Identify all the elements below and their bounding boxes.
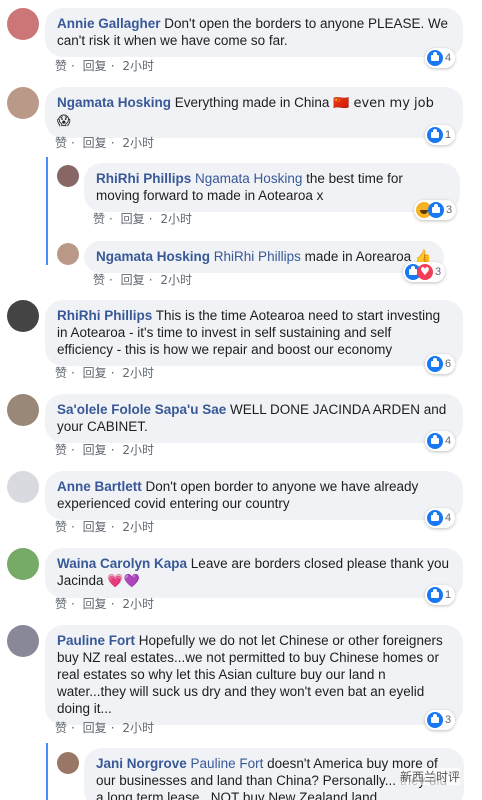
reaction-count[interactable]: 4	[425, 48, 456, 68]
reply-button[interactable]: 回复	[83, 520, 107, 534]
reaction-count[interactable]: 3	[414, 200, 457, 220]
comment-author[interactable]: Annie Gallagher	[57, 16, 161, 31]
mention-link[interactable]: Pauline Fort	[191, 756, 264, 771]
avatar[interactable]	[57, 752, 79, 774]
comment-actions: 赞 · 回复 · 2小时	[55, 136, 154, 150]
comment-actions: 赞 · 回复 · 2小时	[55, 59, 154, 73]
comment-actions: 赞 · 回复 · 2小时	[55, 443, 154, 457]
like-icon	[427, 433, 443, 449]
like-button[interactable]: 赞	[55, 721, 67, 735]
avatar[interactable]	[7, 625, 39, 657]
comment-actions: 赞 · 回复 · 2小时	[55, 520, 154, 534]
reply-bubble: Ngamata Hosking RhiRhi Phillips made in …	[84, 241, 444, 273]
reply-button[interactable]: 回复	[83, 366, 107, 380]
avatar[interactable]	[7, 548, 39, 580]
avatar[interactable]	[7, 87, 39, 119]
avatar[interactable]	[57, 243, 79, 265]
avatar[interactable]	[7, 394, 39, 426]
timestamp[interactable]: 2小时	[160, 212, 192, 226]
comment-bubble: Anne Bartlett Don't open border to anyon…	[45, 471, 463, 520]
reply-button[interactable]: 回复	[83, 597, 107, 611]
reply-thread-line	[46, 157, 48, 265]
comment-author[interactable]: Jani Norgrove	[96, 756, 187, 771]
comment-actions: 赞 · 回复 · 2小时	[55, 721, 154, 735]
like-icon	[427, 127, 443, 143]
timestamp[interactable]: 2小时	[122, 443, 154, 457]
avatar[interactable]	[7, 471, 39, 503]
reply-button[interactable]: 回复	[83, 721, 107, 735]
comment-bubble: Ngamata Hosking Everything made in China…	[45, 87, 463, 138]
like-button[interactable]: 赞	[55, 136, 67, 150]
like-icon	[427, 510, 443, 526]
watermark: 新西兰时评	[400, 768, 461, 785]
reaction-count[interactable]: 6	[425, 354, 456, 374]
timestamp[interactable]: 2小时	[122, 520, 154, 534]
reply-button[interactable]: 回复	[83, 59, 107, 73]
like-icon	[427, 50, 443, 66]
like-icon	[427, 356, 443, 372]
comment-bubble: Sa'olele Folole Sapa'u Sae WELL DONE JAC…	[45, 394, 463, 443]
comment-author[interactable]: Ngamata Hosking	[57, 95, 171, 110]
comment-author[interactable]: Waina Carolyn Kapa	[57, 556, 187, 571]
like-button[interactable]: 赞	[93, 212, 105, 226]
comment-author[interactable]: RhiRhi Phillips	[96, 171, 191, 186]
like-button[interactable]: 赞	[55, 597, 67, 611]
comment-author[interactable]: Pauline Fort	[57, 633, 135, 648]
comment-author[interactable]: Ngamata Hosking	[96, 249, 210, 264]
timestamp[interactable]: 2小时	[122, 721, 154, 735]
comment-text: Everything made in China	[174, 95, 330, 110]
comment-actions: 赞 · 回复 · 2小时	[93, 273, 192, 287]
mention-link[interactable]: RhiRhi Phillips	[214, 249, 301, 264]
reaction-count[interactable]: 1	[425, 125, 456, 145]
comment-actions: 赞 · 回复 · 2小时	[55, 366, 154, 380]
reply-button[interactable]: 回复	[121, 273, 145, 287]
comment-author[interactable]: Anne Bartlett	[57, 479, 142, 494]
comment-bubble: Waina Carolyn Kapa Leave are borders clo…	[45, 548, 463, 598]
comment-bubble: Annie Gallagher Don't open the borders t…	[45, 8, 463, 57]
timestamp[interactable]: 2小时	[160, 273, 192, 287]
timestamp[interactable]: 2小时	[122, 597, 154, 611]
comment-bubble: RhiRhi Phillips This is the time Aotearo…	[45, 300, 463, 366]
like-button[interactable]: 赞	[55, 520, 67, 534]
love-icon	[417, 264, 433, 280]
timestamp[interactable]: 2小时	[122, 366, 154, 380]
comment-actions: 赞 · 回复 · 2小时	[93, 212, 192, 226]
reaction-count[interactable]: 4	[425, 431, 456, 451]
comment-emoji: 💗💜	[107, 574, 140, 589]
timestamp[interactable]: 2小时	[122, 136, 154, 150]
comment-actions: 赞 · 回复 · 2小时	[55, 597, 154, 611]
like-icon	[428, 202, 444, 218]
reply-bubble: RhiRhi Phillips Ngamata Hosking the best…	[84, 163, 460, 212]
reaction-count[interactable]: 3	[403, 262, 446, 282]
timestamp[interactable]: 2小时	[122, 59, 154, 73]
avatar[interactable]	[7, 8, 39, 40]
mention-link[interactable]: Ngamata Hosking	[195, 171, 302, 186]
like-button[interactable]: 赞	[93, 273, 105, 287]
comment-author[interactable]: RhiRhi Phillips	[57, 308, 152, 323]
reply-button[interactable]: 回复	[83, 443, 107, 457]
reply-button[interactable]: 回复	[83, 136, 107, 150]
reply-thread-line	[46, 743, 48, 800]
like-icon	[427, 587, 443, 603]
reaction-count[interactable]: 4	[425, 508, 456, 528]
like-icon	[427, 712, 443, 728]
like-button[interactable]: 赞	[55, 443, 67, 457]
avatar[interactable]	[7, 300, 39, 332]
comment-author[interactable]: Sa'olele Folole Sapa'u Sae	[57, 402, 226, 417]
reaction-count[interactable]: 1	[425, 585, 456, 605]
reply-button[interactable]: 回复	[121, 212, 145, 226]
avatar[interactable]	[57, 165, 79, 187]
reaction-count[interactable]: 3	[425, 710, 456, 730]
like-button[interactable]: 赞	[55, 59, 67, 73]
comment-bubble: Pauline Fort Hopefully we do not let Chi…	[45, 625, 463, 725]
like-button[interactable]: 赞	[55, 366, 67, 380]
